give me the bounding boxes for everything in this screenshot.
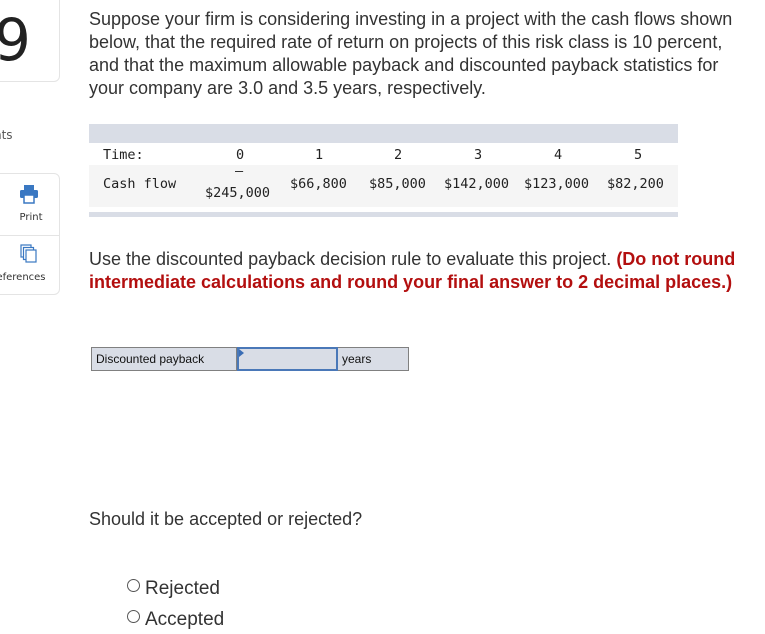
- tool-divider: [0, 235, 59, 236]
- input-marker-icon: [239, 349, 244, 357]
- period-1: 1: [315, 147, 324, 163]
- option-accepted-label[interactable]: Accepted: [145, 609, 224, 631]
- points-label: nts: [0, 128, 13, 142]
- instruction: Use the discounted payback decision rule…: [89, 248, 749, 294]
- period-3: 3: [474, 147, 483, 163]
- print-button[interactable]: Print: [0, 184, 61, 225]
- period-5: 5: [634, 147, 643, 163]
- cash-flow-table: Time: 0 1 2 3 4 5 Cash flow – $245,000 $…: [89, 124, 678, 217]
- discounted-payback-label: Discounted payback: [91, 347, 237, 371]
- cash-flow-0-sign: –: [235, 163, 244, 179]
- radio-accepted[interactable]: [127, 610, 140, 623]
- decision-options: Rejected Accepted: [127, 573, 224, 634]
- tools-panel: Print eferences: [0, 173, 60, 295]
- decision-question: Should it be accepted or rejected?: [89, 509, 363, 529]
- cash-flow-label: Cash flow: [103, 176, 177, 192]
- answer-input-wrapper: [237, 347, 338, 371]
- instruction-text: Use the discounted payback decision rule…: [89, 249, 617, 269]
- problem-intro: Suppose your firm is considering investi…: [89, 9, 733, 98]
- cash-flow-2: $85,000: [369, 176, 426, 192]
- references-label: eferences: [0, 272, 46, 283]
- option-rejected-label[interactable]: Rejected: [145, 578, 220, 600]
- option-accepted[interactable]: Accepted: [127, 604, 224, 634]
- table-header-bar: [89, 124, 678, 143]
- option-rejected[interactable]: Rejected: [127, 573, 224, 604]
- question-number: 9: [0, 6, 31, 74]
- print-label: Print: [19, 212, 43, 223]
- answer-row: Discounted payback years: [91, 347, 409, 371]
- discounted-payback-input[interactable]: [237, 347, 338, 371]
- printer-icon: [20, 185, 38, 204]
- time-row: Time: 0 1 2 3 4 5: [89, 143, 678, 165]
- years-unit-label: years: [338, 347, 409, 371]
- radio-rejected[interactable]: [127, 579, 140, 592]
- cash-flow-5: $82,200: [607, 176, 664, 192]
- references-button[interactable]: eferences: [0, 244, 61, 285]
- cash-flow-4: $123,000: [524, 176, 590, 192]
- cash-flow-0: $245,000: [205, 185, 271, 201]
- period-0: 0: [236, 147, 245, 163]
- cash-flow-3: $142,000: [444, 176, 510, 192]
- table-footer-bar: [89, 212, 678, 217]
- period-2: 2: [394, 147, 403, 163]
- cash-flow-row: Cash flow – $245,000 $66,800 $85,000 $14…: [89, 163, 678, 207]
- references-icon: [20, 244, 37, 263]
- cash-flow-1: $66,800: [290, 176, 347, 192]
- time-label: Time:: [103, 147, 144, 163]
- period-4: 4: [554, 147, 563, 163]
